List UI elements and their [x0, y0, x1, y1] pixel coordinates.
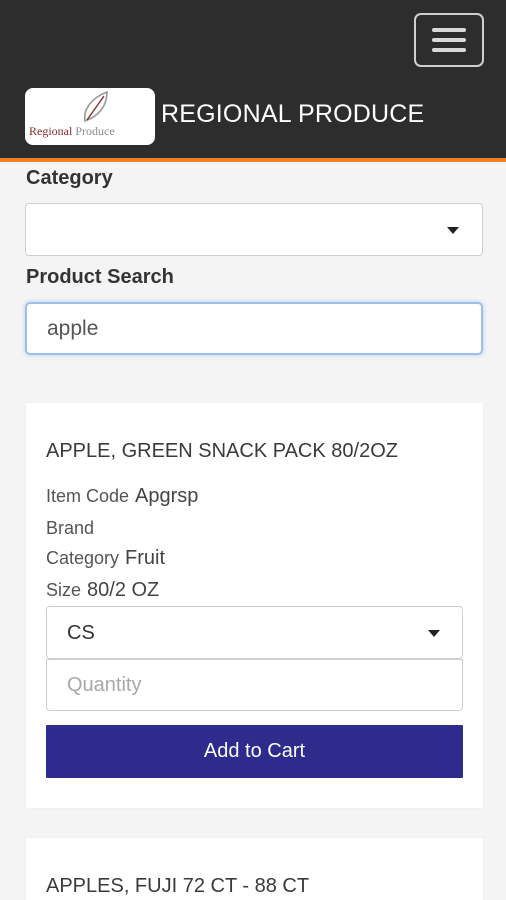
- site-title[interactable]: REGIONAL PRODUCE: [161, 100, 424, 129]
- leaf-icon: [83, 90, 108, 123]
- item-code-label: Item Code: [46, 486, 130, 506]
- unit-select-value: CS: [67, 622, 95, 644]
- product-category-value: Fruit: [125, 547, 166, 569]
- category-row: Category Fruit: [46, 547, 165, 570]
- brand-logo[interactable]: Regional Produce: [25, 88, 155, 145]
- brand-row: Brand: [46, 517, 100, 540]
- add-to-cart-button[interactable]: Add to Cart: [46, 725, 463, 778]
- logo-text-regional: Regional: [29, 124, 73, 138]
- logo-text-produce: Produce: [75, 124, 115, 138]
- quantity-placeholder: Quantity: [67, 674, 142, 696]
- category-select[interactable]: [25, 203, 483, 256]
- size-label: Size: [46, 580, 82, 600]
- product-card: APPLE, GREEN SNACK PACK 80/2OZ Item Code…: [26, 403, 483, 808]
- hamburger-menu-icon: [432, 28, 466, 32]
- product-search-label: Product Search: [26, 266, 174, 288]
- product-search-value: apple: [47, 317, 99, 340]
- product-category-label: Category: [46, 548, 120, 568]
- item-code-row: Item Code Apgrsp: [46, 485, 198, 508]
- menu-toggle-button[interactable]: [414, 13, 484, 67]
- brand-label: Brand: [46, 518, 95, 538]
- hamburger-menu-icon-bar: [432, 38, 466, 42]
- size-row: Size 80/2 OZ: [46, 579, 159, 602]
- product-name: APPLES, FUJI 72 CT - 88 CT: [46, 875, 310, 897]
- size-value: 80/2 OZ: [87, 579, 160, 601]
- navbar: Regional Produce REGIONAL PRODUCE: [0, 0, 506, 162]
- unit-select[interactable]: CS: [46, 606, 463, 659]
- product-card: APPLES, FUJI 72 CT - 88 CT: [26, 838, 483, 900]
- product-name: APPLE, GREEN SNACK PACK 80/2OZ: [46, 440, 398, 462]
- chevron-down-icon: [447, 227, 459, 234]
- hamburger-menu-icon-bar: [432, 48, 466, 52]
- chevron-down-icon: [428, 630, 440, 637]
- item-code-value: Apgrsp: [135, 485, 199, 507]
- logo-text: Regional Produce: [29, 124, 153, 139]
- quantity-input[interactable]: Quantity: [46, 659, 463, 711]
- category-label: Category: [26, 167, 113, 189]
- product-search-input[interactable]: apple: [25, 302, 483, 355]
